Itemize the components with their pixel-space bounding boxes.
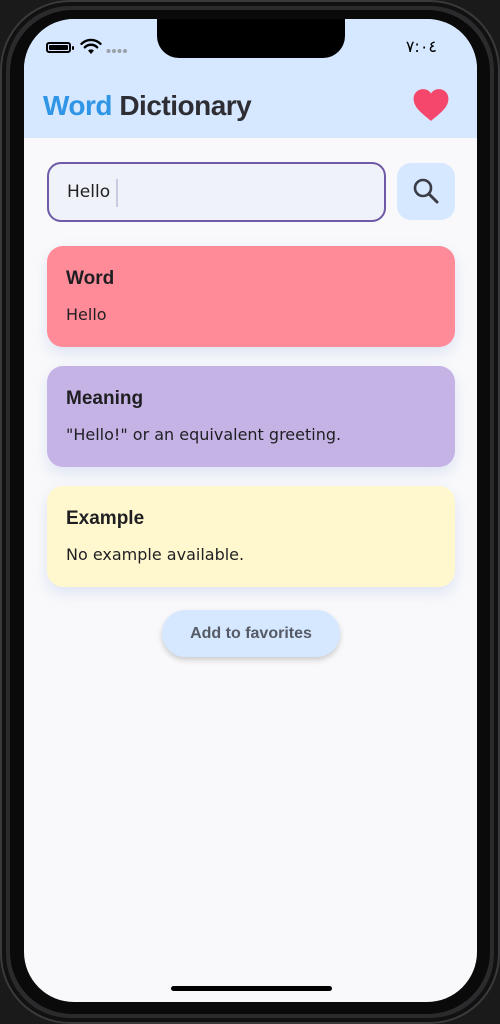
search-input-value: Hello [67, 182, 111, 202]
app-title: Word Dictionary [43, 90, 252, 122]
word-card: Word Hello [47, 246, 455, 347]
word-card-value: Hello [66, 305, 107, 324]
add-to-favorites-button[interactable]: Add to favorites [162, 610, 340, 657]
meaning-card-value: "Hello!" or an equivalent greeting. [66, 425, 342, 444]
status-time: ٧:٠٤ [405, 37, 437, 56]
screen: ٧:٠٤ Word Dictionary Hello Word Hello Me… [24, 19, 477, 1002]
example-card-value: No example available. [66, 545, 245, 564]
phone-frame: ٧:٠٤ Word Dictionary Hello Word Hello Me… [0, 0, 500, 1024]
search-button[interactable] [397, 163, 455, 220]
search-icon [413, 178, 439, 204]
home-indicator[interactable] [171, 986, 332, 991]
heart-icon [413, 89, 449, 121]
text-caret [116, 179, 118, 207]
meaning-card-label: Meaning [66, 388, 144, 409]
battery-icon [46, 42, 74, 53]
signal-icon [106, 49, 127, 53]
wifi-icon [80, 38, 102, 54]
example-card-label: Example [66, 508, 145, 529]
notch [157, 19, 345, 58]
app-title-word: Word [43, 90, 113, 121]
favorites-button[interactable] [412, 87, 450, 123]
app-title-dictionary: Dictionary [119, 90, 252, 121]
word-card-label: Word [66, 268, 115, 289]
example-card: Example No example available. [47, 486, 455, 587]
search-input[interactable]: Hello [47, 162, 386, 222]
meaning-card: Meaning "Hello!" or an equivalent greeti… [47, 366, 455, 467]
